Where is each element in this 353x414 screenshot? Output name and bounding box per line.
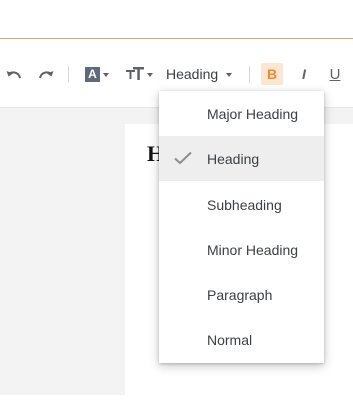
top-bar	[0, 0, 353, 39]
menu-item-minor-heading[interactable]: Minor Heading	[159, 227, 324, 272]
chevron-down-icon	[146, 73, 153, 77]
font-color-icon: A	[85, 66, 100, 82]
menu-item-label: Heading	[207, 150, 260, 167]
chevron-down-icon	[103, 73, 109, 77]
bold-button[interactable]: B	[261, 63, 283, 85]
redo-button[interactable]	[36, 62, 56, 86]
menu-item-label: Paragraph	[207, 286, 273, 303]
menu-item-label: Minor Heading	[207, 241, 299, 258]
underline-label: U	[329, 65, 341, 83]
menu-item-label: Subheading	[207, 196, 282, 213]
toolbar-divider	[249, 66, 250, 83]
redo-icon	[39, 71, 54, 79]
text-size-icon	[125, 67, 144, 80]
undo-button[interactable]	[4, 62, 24, 86]
underline-button[interactable]: U	[324, 62, 346, 86]
heading-style-dropdown[interactable]: Heading	[166, 62, 238, 86]
menu-item-major-heading[interactable]: Major Heading	[159, 91, 324, 136]
menu-item-label: Major Heading	[207, 105, 299, 122]
chevron-down-icon	[226, 73, 233, 77]
heading-style-menu: Major Heading Heading Subheading Minor H…	[159, 91, 324, 363]
font-size-button[interactable]	[124, 62, 154, 86]
bold-label: B	[266, 66, 278, 82]
menu-item-normal[interactable]: Normal	[159, 317, 324, 362]
menu-item-label: Normal	[207, 331, 253, 348]
font-color-button[interactable]: A	[82, 62, 112, 86]
toolbar-divider	[68, 66, 69, 83]
menu-item-heading[interactable]: Heading	[159, 136, 324, 181]
undo-icon	[6, 71, 21, 79]
checkmark-icon	[174, 151, 192, 165]
menu-item-subheading[interactable]: Subheading	[159, 182, 324, 227]
italic-label: I	[302, 66, 306, 82]
heading-style-label: Heading	[166, 66, 219, 82]
menu-item-paragraph[interactable]: Paragraph	[159, 272, 324, 317]
italic-button[interactable]: I	[293, 62, 315, 86]
